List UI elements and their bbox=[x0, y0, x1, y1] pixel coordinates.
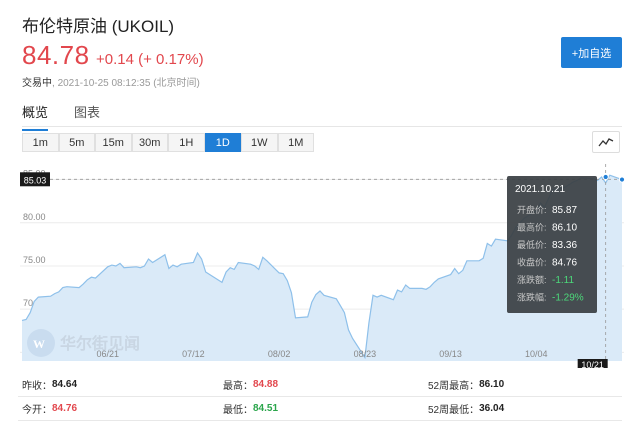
ohlc-tooltip: 2021.10.21 开盘价: 85.87 最高价: 86.10 最低价: 83.36 收盘价… bbox=[507, 176, 597, 313]
tooltip-value: 85.87 bbox=[552, 205, 577, 216]
low-label: 最低： bbox=[223, 405, 253, 416]
tooltip-label: 涨跌幅: bbox=[517, 292, 547, 303]
add-to-watchlist-button[interactable]: +加自选 bbox=[561, 37, 622, 68]
price-change: +0.14 (+ 0.17%) bbox=[96, 51, 204, 68]
line-chart-icon bbox=[598, 138, 614, 147]
open-value: 84.76 bbox=[52, 403, 78, 414]
stats-row: 今开： 84.76 最低： 84.51 52周最低： 36.04 bbox=[18, 397, 622, 421]
tooltip-label: 最高价: bbox=[517, 222, 547, 233]
chart-type-toggle[interactable] bbox=[592, 131, 620, 153]
high52-label: 52周最高： bbox=[428, 381, 480, 392]
range-1mo-button[interactable]: 1M bbox=[277, 133, 314, 152]
high-value: 84.88 bbox=[253, 379, 279, 390]
hover-point bbox=[602, 173, 609, 181]
prev-close-label: 昨收： bbox=[22, 381, 52, 392]
prev-close-value: 84.64 bbox=[52, 379, 78, 390]
high-cell: 最高： 84.88 bbox=[223, 377, 428, 392]
x-tick-label: 07/12 bbox=[182, 349, 205, 359]
tooltip-value: -1.29% bbox=[552, 293, 584, 304]
open-cell: 今开： 84.76 bbox=[18, 401, 223, 416]
trading-status: 交易中 bbox=[22, 78, 52, 89]
last-price: 84.78 bbox=[22, 40, 90, 70]
high-label: 最高： bbox=[223, 381, 253, 392]
tooltip-label: 收盘价: bbox=[517, 257, 547, 268]
instrument-title: 布伦特原油 (UKOIL) bbox=[22, 17, 175, 36]
last-point bbox=[618, 176, 626, 183]
tooltip-value: 84.76 bbox=[552, 258, 577, 269]
trading-status-line: 交易中, 2021-10-25 08:12:35 (北京时间) bbox=[22, 74, 200, 89]
tooltip-date: 2021.10.21 bbox=[515, 184, 565, 195]
low52-cell: 52周最低： 36.04 bbox=[428, 401, 622, 416]
x-tick-label: 10/04 bbox=[525, 349, 548, 359]
low-cell: 最低： 84.51 bbox=[223, 401, 428, 416]
hover-date-marker: 10/21 bbox=[577, 359, 608, 368]
timestamp-text: 2021-10-25 08:12:35 (北京时间) bbox=[57, 78, 200, 89]
watermark-logo-letter: W bbox=[33, 337, 45, 351]
range-1m-button[interactable]: 1m bbox=[22, 133, 59, 152]
price-chart[interactable]: 85.0080.0075.0070.0065.00 W 华尔街见闻 06/210… bbox=[0, 160, 640, 368]
tooltip-value: -1.11 bbox=[552, 275, 574, 286]
high52-value: 86.10 bbox=[479, 379, 505, 390]
x-tick-label: 08/02 bbox=[268, 349, 291, 359]
low-value: 84.51 bbox=[253, 403, 279, 414]
range-1w-button[interactable]: 1W bbox=[241, 133, 278, 152]
open-label: 今开： bbox=[22, 405, 52, 416]
tooltip-value: 83.36 bbox=[552, 240, 577, 251]
range-1d-button[interactable]: 1D bbox=[204, 133, 241, 152]
range-15m-button[interactable]: 15m bbox=[95, 133, 132, 152]
date-label: 10/21 bbox=[581, 360, 604, 368]
range-30m-button[interactable]: 30m bbox=[131, 133, 168, 152]
tooltip-label: 开盘价: bbox=[517, 204, 547, 215]
low52-label: 52周最低： bbox=[428, 405, 480, 416]
y-tick-label: 75.00 bbox=[23, 255, 46, 265]
prev-close-cell: 昨收： 84.64 bbox=[18, 377, 223, 392]
stats-row: 昨收： 84.64 最高： 84.88 52周最高： 86.10 bbox=[18, 373, 622, 397]
low52-value: 36.04 bbox=[479, 403, 505, 414]
watermark: W 华尔街见闻 bbox=[27, 329, 140, 357]
last-price-marker: 85.03 bbox=[20, 172, 50, 187]
x-tick-label: 09/13 bbox=[439, 349, 462, 359]
last-price-label: 85.03 bbox=[24, 175, 47, 185]
tooltip-label: 涨跌额: bbox=[517, 274, 547, 285]
range-1h-button[interactable]: 1H bbox=[168, 133, 205, 152]
stats-table: 昨收： 84.64 最高： 84.88 52周最高： 86.10 今开： 84.76 最… bbox=[18, 373, 622, 421]
x-tick-label: 08/23 bbox=[354, 349, 377, 359]
range-5m-button[interactable]: 5m bbox=[58, 133, 95, 152]
high52-cell: 52周最高： 86.10 bbox=[428, 377, 622, 392]
quote-timestamp: , 2021-10-25 08:12:35 (北京时间) bbox=[52, 78, 200, 89]
time-range-selector: 1m 5m 15m 30m 1H 1D 1W 1M bbox=[22, 133, 314, 152]
tooltip-value: 86.10 bbox=[552, 223, 577, 234]
x-tick-label: 06/21 bbox=[96, 349, 119, 359]
tooltip-label: 最低价: bbox=[517, 239, 547, 250]
tab-divider bbox=[22, 126, 622, 127]
y-tick-label: 80.00 bbox=[23, 212, 46, 222]
